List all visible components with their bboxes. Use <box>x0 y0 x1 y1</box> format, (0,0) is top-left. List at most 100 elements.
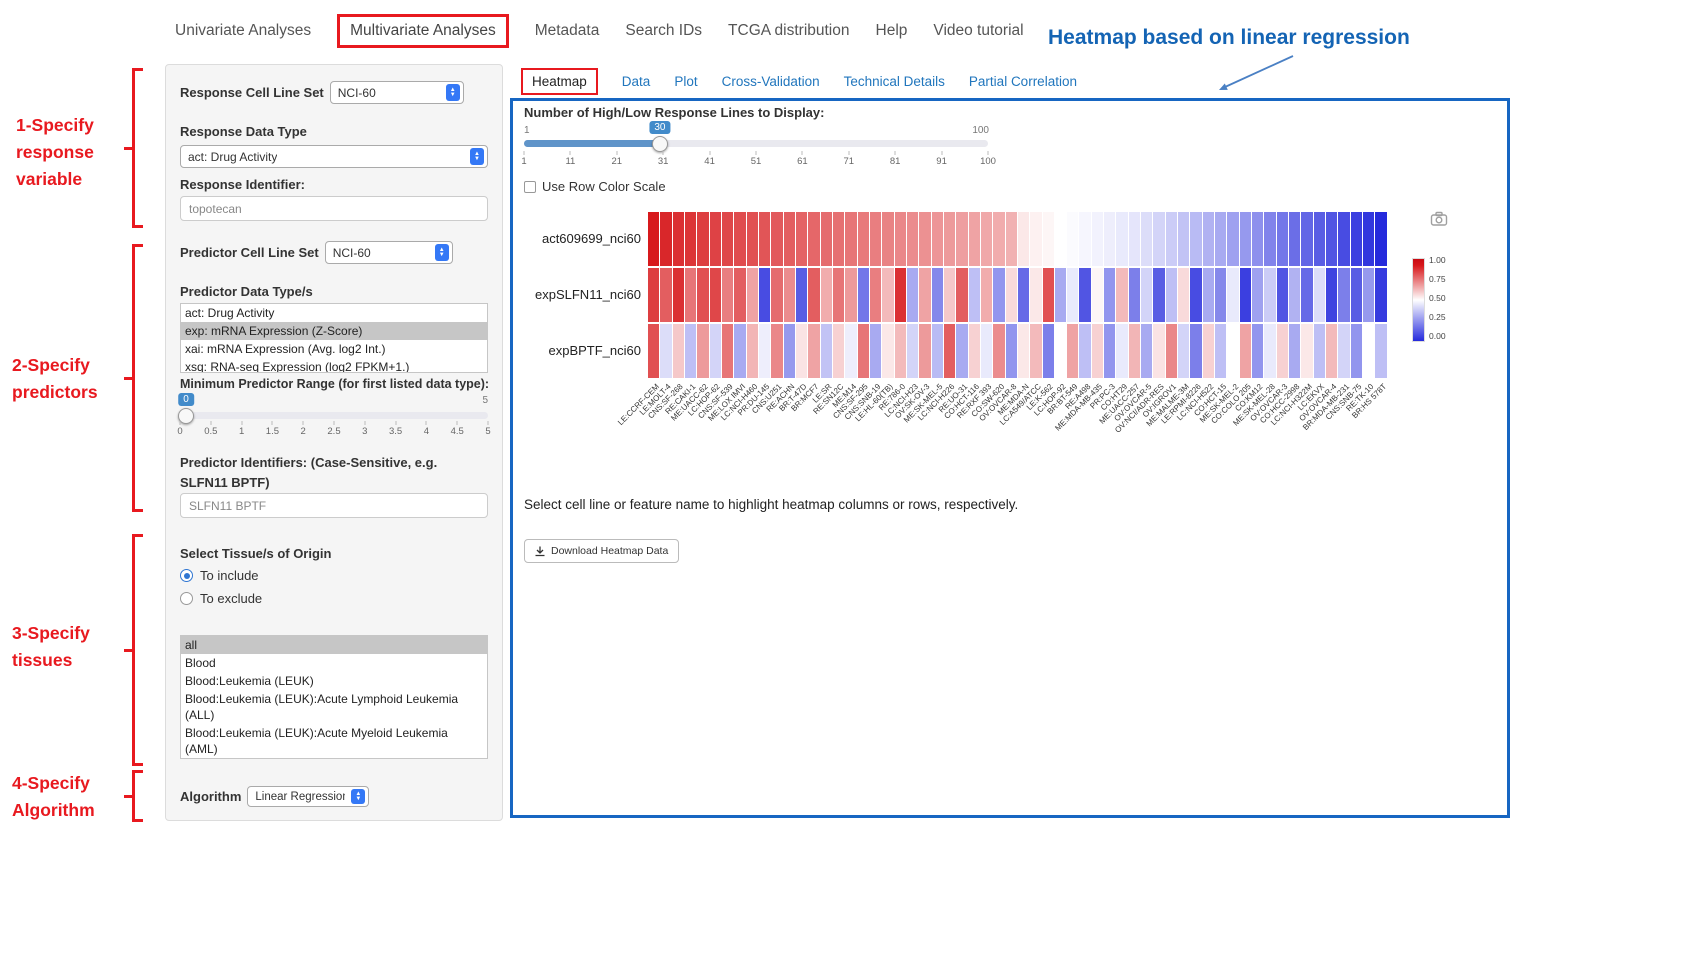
legend-tick-label: 0.75 <box>1429 274 1446 284</box>
tissue-exclude-radio[interactable]: To exclude <box>180 591 488 606</box>
heatmap-row-label[interactable]: expBPTF_nci60 <box>513 343 641 358</box>
heatmap-cell <box>747 324 759 378</box>
slider-tick <box>426 421 427 425</box>
response-identifier-input[interactable] <box>180 196 488 221</box>
heatmap-cell <box>932 268 944 322</box>
tissue-listbox[interactable]: allBloodBlood:Leukemia (LEUK)Blood:Leuke… <box>180 635 488 759</box>
algorithm-select[interactable]: Linear Regression ▲▼ <box>247 786 369 807</box>
heatmap-cell <box>1079 324 1091 378</box>
camera-download-plot-icon[interactable] <box>1430 211 1448 226</box>
response-data-type-select[interactable]: act: Drug Activity ▲▼ <box>180 145 488 168</box>
slider-tick-label: 1.5 <box>266 426 279 437</box>
heatmap-cell <box>648 268 660 322</box>
legend-tick-label: 1.00 <box>1429 255 1446 265</box>
predictor-data-type-label: Predictor Data Type/s <box>180 284 488 299</box>
heatmap-cell <box>1092 324 1104 378</box>
heatmap-cell <box>685 324 697 378</box>
heatmap-cell <box>1104 324 1116 378</box>
heatmap-cell <box>932 212 944 266</box>
heatmap-cell <box>1166 212 1178 266</box>
heatmap-cell <box>648 212 660 266</box>
response-identifier-label: Response Identifier: <box>180 177 488 192</box>
radio-include-icon <box>180 569 193 582</box>
slider-tick-label: 5 <box>485 426 490 437</box>
heatmap-cell <box>771 268 783 322</box>
heatmap-cell <box>882 268 894 322</box>
lines-slider-track[interactable] <box>524 140 988 147</box>
tab-technical-details[interactable]: Technical Details <box>844 74 945 89</box>
row-color-scale-checkbox[interactable]: Use Row Color Scale <box>524 179 666 194</box>
heatmap-row-label[interactable]: expSLFN11_nci60 <box>513 287 641 302</box>
listbox-option[interactable]: Blood:Leukemia (LEUK):Acute Lymphoid Leu… <box>181 690 487 724</box>
slider-tick-label: 100 <box>980 156 996 167</box>
heatmap-cell <box>1240 268 1252 322</box>
tab-cross-validation[interactable]: Cross-Validation <box>722 74 820 89</box>
lines-slider-handle[interactable] <box>652 136 668 152</box>
heatmap-cell <box>1240 324 1252 378</box>
heatmap-cell <box>1375 212 1387 266</box>
heatmap-cell <box>1277 268 1289 322</box>
listbox-option[interactable]: exp: mRNA Expression (Z-Score) <box>181 322 487 340</box>
heatmap-cell <box>1289 324 1301 378</box>
heatmap-cell <box>734 212 746 266</box>
legend-tick-label: 0.50 <box>1429 293 1446 303</box>
heatmap-cell <box>1314 268 1326 322</box>
listbox-option[interactable]: xai: mRNA Expression (Avg. log2 Int.) <box>181 340 487 358</box>
listbox-option[interactable]: xsq: RNA-seq Expression (log2 FPKM+1.) <box>181 358 487 373</box>
radio-exclude-label: To exclude <box>200 591 262 606</box>
heatmap-cell <box>1129 268 1141 322</box>
tab-heatmap[interactable]: Heatmap <box>521 68 598 95</box>
chevron-up-down-icon: ▲▼ <box>435 244 449 261</box>
heatmap-cell <box>1203 212 1215 266</box>
predictor-identifiers-input[interactable] <box>180 493 488 518</box>
nav-item-tcga-distribution[interactable]: TCGA distribution <box>728 22 849 40</box>
lines-slider: 30 <box>524 140 988 147</box>
nav-item-help[interactable]: Help <box>876 22 908 40</box>
listbox-option[interactable]: all <box>181 636 487 654</box>
nav-item-univariate-analyses[interactable]: Univariate Analyses <box>175 22 311 40</box>
nav-item-metadata[interactable]: Metadata <box>535 22 600 40</box>
heatmap-cell <box>808 324 820 378</box>
slider-tick <box>488 421 489 425</box>
heatmap-cell <box>759 324 771 378</box>
color-legend: 1.000.750.500.250.00 <box>1412 258 1472 353</box>
heatmap-cell <box>981 324 993 378</box>
slider-tick-label: 81 <box>890 156 901 167</box>
listbox-option[interactable]: act: Drug Activity <box>181 304 487 322</box>
nav-item-video-tutorial[interactable]: Video tutorial <box>933 22 1023 40</box>
heatmap-cell <box>1215 212 1227 266</box>
heatmap-cell <box>1043 268 1055 322</box>
checkbox-icon <box>524 181 536 193</box>
heatmap-cell <box>907 212 919 266</box>
nav-item-search-ids[interactable]: Search IDs <box>625 22 702 40</box>
nav-item-multivariate-analyses[interactable]: Multivariate Analyses <box>337 14 509 48</box>
tissue-include-radio[interactable]: To include <box>180 568 488 583</box>
predictor-cell-line-set-select[interactable]: NCI-60 ▲▼ <box>325 241 453 264</box>
response-cell-line-set-select[interactable]: NCI-60 ▲▼ <box>330 81 464 104</box>
heatmap-cell <box>895 212 907 266</box>
listbox-option[interactable]: Blood <box>181 654 487 672</box>
download-heatmap-data-button[interactable]: Download Heatmap Data <box>524 539 679 563</box>
predictor-data-type-listbox[interactable]: act: Drug Activityexp: mRNA Expression (… <box>180 303 488 373</box>
slider-tick <box>180 421 181 425</box>
tab-bar: Heatmap Data Plot Cross-Validation Technical… <box>521 68 1077 95</box>
slider-tick <box>756 151 757 155</box>
heatmap-cell <box>734 268 746 322</box>
tab-partial-correlation[interactable]: Partial Correlation <box>969 74 1077 89</box>
heatmap-cell <box>1006 324 1018 378</box>
listbox-option[interactable]: Blood:Leukemia (LEUK) <box>181 672 487 690</box>
heatmap-cell <box>1215 268 1227 322</box>
listbox-option[interactable]: Blood:Leukemia (LEUK):Chronic Myelogenou… <box>181 758 487 759</box>
heatmap-cell <box>821 324 833 378</box>
listbox-option[interactable]: Blood:Leukemia (LEUK):Acute Myeloid Leuk… <box>181 724 487 758</box>
slider-tick <box>364 421 365 425</box>
tab-data[interactable]: Data <box>622 74 651 89</box>
tab-plot[interactable]: Plot <box>674 74 697 89</box>
heatmap-cell <box>907 268 919 322</box>
heatmap-cell <box>1240 212 1252 266</box>
heatmap-cell <box>1338 268 1350 322</box>
slider-track[interactable] <box>180 412 488 419</box>
heatmap-cell <box>796 212 808 266</box>
heatmap-cell <box>1030 324 1042 378</box>
heatmap-row-label[interactable]: act609699_nci60 <box>513 231 641 246</box>
